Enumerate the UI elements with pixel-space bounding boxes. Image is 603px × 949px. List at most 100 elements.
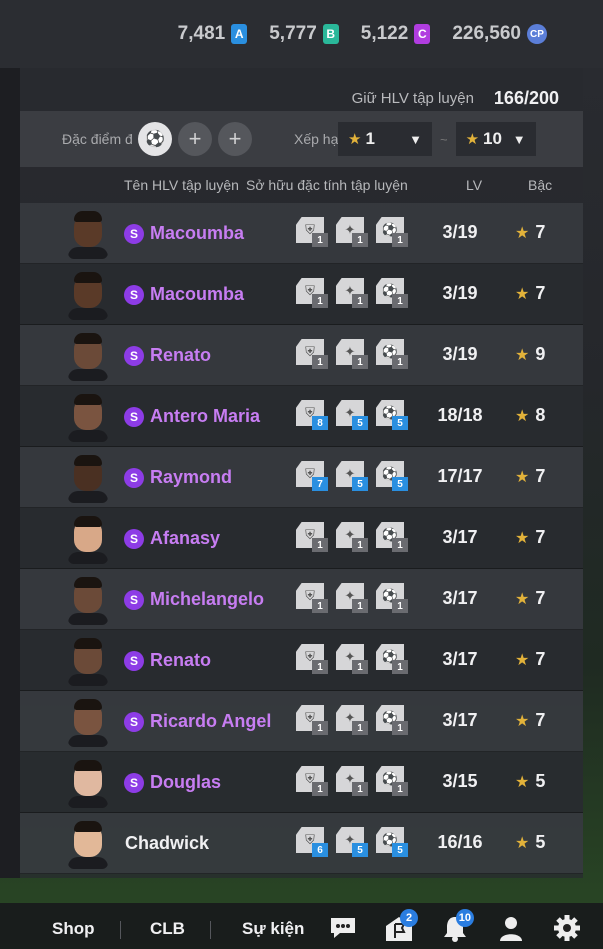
training-trait-icon[interactable]: ⛨ 1	[296, 705, 330, 737]
column-header-traits[interactable]: Sở hữu đặc tính tập luyện	[246, 177, 408, 193]
training-trait-icon[interactable]: ⛨ 1	[296, 339, 330, 371]
coach-avatar	[68, 575, 108, 625]
coach-row[interactable]: S Antero Maria ⛨ 8 ✦ 5 ⚽ 5 18/18 ★ 8	[20, 386, 583, 447]
training-trait-icon[interactable]: ✦ 1	[336, 766, 370, 798]
trait-level: 1	[352, 294, 368, 308]
coach-row[interactable]: S Afanasy ⛨ 1 ✦ 1 ⚽ 1 3/17 ★ 7	[20, 508, 583, 569]
column-header-name[interactable]: Tên HLV tập luyện	[124, 177, 239, 193]
chat-icon[interactable]	[326, 913, 360, 943]
profile-icon[interactable]	[494, 913, 528, 943]
trait-level: 6	[312, 843, 328, 857]
coach-row[interactable]: S Macoumba ⛨ 1 ✦ 1 ⚽ 1 3/19 ★ 7	[20, 203, 583, 264]
star-icon: ★	[515, 591, 530, 608]
star-icon: ★	[515, 225, 530, 242]
coach-traits: ⛨ 1 ✦ 1 ⚽ 1	[296, 705, 410, 737]
coach-row[interactable]: S Renato ⛨ 1 ✦ 1 ⚽ 1 3/17 ★ 7	[20, 630, 583, 691]
training-trait-icon[interactable]: ✦ 1	[336, 583, 370, 615]
currency-a[interactable]: 7,481 A	[178, 23, 248, 45]
rank-to-select[interactable]: ★ 10 ▼	[455, 122, 536, 156]
trait-level: 1	[352, 782, 368, 796]
training-trait-icon[interactable]: ⛨ 7	[296, 461, 330, 493]
coach-grade-value: 7	[535, 466, 546, 486]
trait-level: 1	[312, 355, 328, 369]
training-trait-icon[interactable]: ✦ 1	[336, 644, 370, 676]
currency-cp[interactable]: 226,560 CP	[452, 23, 547, 45]
coach-grade-value: 7	[535, 588, 546, 608]
currency-c[interactable]: 5,122 C	[361, 23, 431, 45]
coach-grade: ★ 7	[515, 527, 545, 548]
training-trait-icon[interactable]: ⛨ 1	[296, 644, 330, 676]
nav-club[interactable]: CLB	[150, 919, 185, 939]
coach-row[interactable]: S Raymond ⛨ 7 ✦ 5 ⚽ 5 17/17 ★ 7	[20, 447, 583, 508]
coach-row[interactable]: S Douglas ⛨ 1 ✦ 1 ⚽ 1 3/15 ★ 5	[20, 752, 583, 813]
cp-coin-icon: CP	[527, 24, 547, 44]
coach-grade: ★ 7	[515, 649, 545, 670]
nav-shop[interactable]: Shop	[52, 919, 95, 939]
bell-notification-badge: 10	[455, 909, 474, 927]
dropdown-arrow-icon: ▼	[409, 131, 422, 147]
training-trait-icon[interactable]: ⛨ 8	[296, 400, 330, 432]
coach-grade-value: 8	[535, 405, 546, 425]
trait-level: 1	[312, 599, 328, 613]
settings-icon[interactable]	[550, 913, 584, 943]
trait-level: 1	[312, 294, 328, 308]
training-trait-icon[interactable]: ✦ 1	[336, 217, 370, 249]
coach-avatar	[68, 758, 108, 808]
rank-from-select[interactable]: ★ 1 ▼	[338, 122, 432, 156]
coach-level: 3/19	[442, 344, 478, 364]
coach-name: Macoumba	[150, 223, 245, 243]
training-trait-icon[interactable]: ✦ 1	[336, 339, 370, 371]
trait-filter-add-button-2[interactable]: +	[218, 122, 252, 156]
nav-events[interactable]: Sự kiện	[242, 919, 304, 939]
rank-filter-label: Xếp hạ	[294, 131, 338, 147]
training-trait-icon[interactable]: ✦ 1	[336, 278, 370, 310]
trait-level: 7	[312, 477, 328, 491]
training-trait-icon[interactable]: ⛨ 1	[296, 522, 330, 554]
flag-notification-badge: 2	[400, 909, 418, 927]
trait-filter-add-button[interactable]: +	[178, 122, 212, 156]
coach-traits: ⛨ 1 ✦ 1 ⚽ 1	[296, 217, 410, 249]
training-trait-icon[interactable]: ✦ 1	[336, 705, 370, 737]
trait-filter-slot-selected[interactable]: ⚽	[138, 122, 172, 156]
coach-row[interactable]: S Macoumba ⛨ 1 ✦ 1 ⚽ 1 3/19 ★ 7	[20, 264, 583, 325]
flag-icon[interactable]: 2	[382, 909, 418, 943]
column-header-grade[interactable]: Bậc	[528, 177, 552, 193]
currency-b-value: 5,777	[269, 23, 317, 44]
currency-b[interactable]: 5,777 B	[269, 23, 339, 45]
rank-from-value: 1	[365, 129, 375, 148]
coach-grade-value: 7	[535, 527, 546, 547]
dropdown-arrow-icon: ▼	[512, 131, 526, 147]
training-trait-icon[interactable]: ✦ 5	[336, 400, 370, 432]
coach-level: 16/16	[437, 832, 483, 852]
coach-list: S Macoumba ⛨ 1 ✦ 1 ⚽ 1 3/19 ★ 7 S Macoumba ⛨ 1 ✦ 1 ⚽ 1 3/19…	[20, 203, 583, 874]
trait-level: 1	[312, 782, 328, 796]
coach-grade-value: 9	[535, 344, 546, 364]
coach-grade: ★ 7	[515, 466, 545, 487]
table-header: Tên HLV tập luyện Sở hữu đặc tính tập lu…	[20, 167, 583, 203]
training-trait-icon[interactable]: ⛨ 1	[296, 217, 330, 249]
training-trait-icon[interactable]: ⛨ 1	[296, 766, 330, 798]
coach-level: 18/18	[437, 405, 483, 425]
training-trait-icon[interactable]: ⛨ 1	[296, 583, 330, 615]
column-header-lv[interactable]: LV	[466, 177, 482, 193]
coach-row[interactable]: S Renato ⛨ 1 ✦ 1 ⚽ 1 3/19 ★ 9	[20, 325, 583, 386]
trait-level: 1	[312, 538, 328, 552]
special-coach-badge: S	[124, 285, 144, 305]
bell-icon[interactable]: 10	[438, 909, 474, 943]
coach-row[interactable]: Chadwick ⛨ 6 ✦ 5 ⚽ 5 16/16 ★ 5	[20, 813, 583, 874]
training-trait-icon[interactable]: ✦ 5	[336, 461, 370, 493]
coach-traits: ⛨ 1 ✦ 1 ⚽ 1	[296, 644, 410, 676]
special-coach-badge: S	[124, 346, 144, 366]
currency-cp-value: 226,560	[452, 23, 521, 44]
coach-avatar	[68, 636, 108, 686]
training-trait-icon[interactable]: ⛨ 1	[296, 278, 330, 310]
special-coach-badge: S	[124, 224, 144, 244]
coach-row[interactable]: S Ricardo Angel ⛨ 1 ✦ 1 ⚽ 1 3/17 ★ 7	[20, 691, 583, 752]
training-trait-icon[interactable]: ⛨ 6	[296, 827, 330, 859]
coach-row[interactable]: S Michelangelo ⛨ 1 ✦ 1 ⚽ 1 3/17 ★ 7	[20, 569, 583, 630]
training-trait-icon[interactable]: ✦ 1	[336, 522, 370, 554]
training-trait-icon[interactable]: ✦ 5	[336, 827, 370, 859]
trait-level: 1	[352, 355, 368, 369]
special-coach-badge: S	[124, 651, 144, 671]
coach-name: Macoumba	[150, 284, 245, 304]
